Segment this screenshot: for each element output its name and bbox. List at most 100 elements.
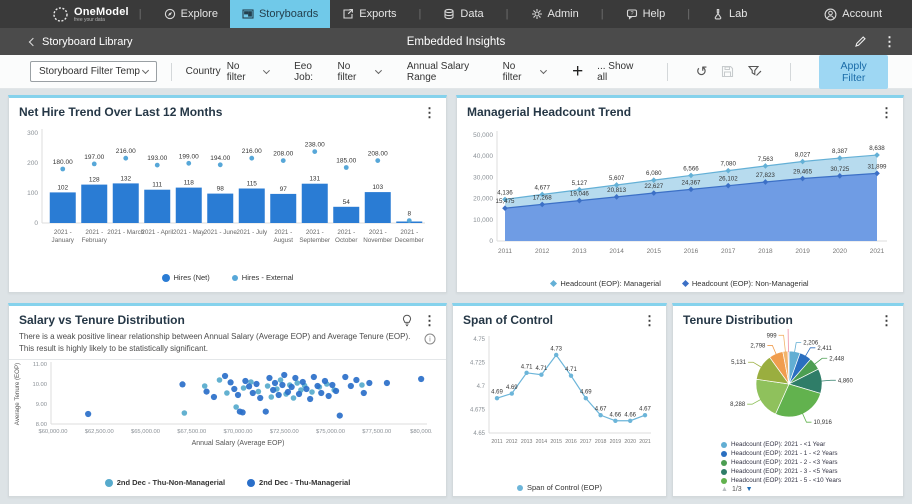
svg-text:December: December — [395, 237, 424, 244]
admin-gear-icon — [531, 8, 543, 20]
brand-logo[interactable]: OneModel free your data — [52, 6, 129, 23]
svg-text:2019: 2019 — [610, 439, 622, 445]
scatter-legend: 2nd Dec - Thu-Non-Managerial 2nd Dec - Th… — [9, 478, 446, 487]
svg-text:4.725: 4.725 — [470, 361, 486, 367]
svg-text:8.00: 8.00 — [36, 422, 47, 428]
template-select-value: Storyboard Filter Temp — [39, 66, 140, 77]
svg-text:300: 300 — [27, 130, 38, 137]
legend-item[interactable]: Headcount (EOP): 2021 - 2 - <3 Years — [721, 458, 903, 467]
svg-text:8,387: 8,387 — [832, 148, 848, 155]
nav-item-help[interactable]: ? Help — [614, 0, 678, 28]
svg-text:4.75: 4.75 — [473, 337, 485, 343]
filter-label: Eeo Job: — [294, 61, 331, 83]
svg-text:$62,500.00: $62,500.00 — [85, 429, 114, 435]
svg-text:19,046: 19,046 — [570, 191, 589, 198]
svg-text:2021 -: 2021 - — [274, 229, 292, 236]
top-nav: OneModel free your data | Explore Storyb… — [0, 0, 912, 28]
svg-text:2,448: 2,448 — [829, 356, 845, 362]
chart-title: Salary vs Tenure Distribution — [19, 313, 185, 327]
save-filter-button[interactable] — [721, 65, 734, 78]
svg-text:4.69: 4.69 — [580, 390, 592, 396]
edit-button[interactable] — [854, 35, 867, 48]
svg-text:4,677: 4,677 — [534, 184, 550, 191]
filter-value: No filter — [337, 61, 370, 83]
chart-kebab-menu[interactable]: ⋮ — [880, 314, 893, 327]
chart-kebab-menu[interactable]: ⋮ — [643, 314, 656, 327]
chart-kebab-menu[interactable]: ⋮ — [423, 314, 436, 327]
nav-item-exports[interactable]: Exports — [330, 0, 408, 28]
svg-text:November: November — [363, 237, 392, 244]
pager-up-icon[interactable]: ▲ — [721, 486, 728, 493]
svg-text:2021 -: 2021 - — [54, 229, 72, 236]
svg-text:4.67: 4.67 — [595, 407, 607, 413]
legend-item[interactable]: 2nd Dec - Thu-Non-Managerial — [105, 478, 225, 487]
svg-text:131: 131 — [309, 176, 320, 183]
legend-item[interactable]: Headcount (EOP): Managerial — [551, 279, 660, 288]
pager-down-icon[interactable]: ▼ — [746, 486, 753, 493]
legend-item[interactable]: 2nd Dec - Thu-Managerial — [247, 478, 350, 487]
legend-item[interactable]: Hires - External — [232, 273, 294, 282]
header-kebab-menu[interactable]: ⋮ — [883, 35, 896, 48]
filter-country[interactable]: Country No filter — [186, 61, 268, 83]
svg-text:97: 97 — [280, 186, 288, 193]
svg-text:2021 - July: 2021 - July — [236, 229, 268, 236]
svg-text:4.7: 4.7 — [477, 384, 486, 390]
svg-text:98: 98 — [217, 186, 225, 193]
insight-bulb-button[interactable] — [401, 314, 413, 327]
undo-button[interactable]: ↺ — [696, 63, 708, 80]
svg-text:4.65: 4.65 — [473, 431, 485, 437]
legend-item[interactable]: Hires (Net) — [162, 273, 210, 282]
insight-line-2: This result is highly likely to be stati… — [19, 343, 436, 355]
filter-bar: Storyboard Filter Temp Country No filter… — [0, 55, 912, 89]
show-all-link[interactable]: ... Show all — [597, 61, 639, 83]
info-icon[interactable]: i — [424, 333, 436, 349]
card-net-hire-trend: Net Hire Trend Over Last 12 Months ⋮ 010… — [8, 95, 447, 293]
apply-filter-button[interactable]: Apply Filter — [819, 55, 888, 89]
add-filter-button[interactable]: + — [572, 62, 583, 81]
nav-item-label: Exports — [359, 8, 396, 20]
nav-item-data[interactable]: Data — [431, 0, 495, 28]
chart-kebab-menu[interactable]: ⋮ — [423, 106, 436, 119]
svg-text:i: i — [429, 335, 431, 344]
chart-kebab-menu[interactable]: ⋮ — [880, 106, 893, 119]
nav-item-admin[interactable]: Admin — [519, 0, 591, 28]
span-line[interactable] — [497, 355, 645, 421]
storyboard-filter-template-select[interactable]: Storyboard Filter Temp — [30, 61, 157, 82]
legend-item[interactable]: Headcount (EOP): 2021 - 5 - <10 Years — [721, 476, 903, 485]
svg-text:4.66: 4.66 — [610, 412, 622, 418]
insight-text: There is a weak positive linear relation… — [9, 329, 446, 360]
nav-item-explore[interactable]: Explore — [152, 0, 230, 28]
tenure-legend: Headcount (EOP): 2021 - <1 YearHeadcount… — [673, 440, 903, 485]
legend-item[interactable]: Headcount (EOP): Non-Managerial — [683, 279, 809, 288]
filter-eeo-job[interactable]: Eeo Job: No filter — [294, 61, 381, 83]
svg-text:0: 0 — [34, 220, 38, 227]
net-hire-chart: 0100200300102128132111118981159713154103… — [9, 121, 446, 272]
chevron-down-icon — [540, 67, 547, 74]
svg-text:$75,000.00: $75,000.00 — [316, 429, 345, 435]
svg-text:4.675: 4.675 — [470, 408, 486, 414]
filter-annual-salary-range[interactable]: Annual Salary Range No filter — [407, 61, 546, 83]
svg-text:4.69: 4.69 — [506, 385, 518, 391]
lightbulb-icon — [401, 314, 413, 327]
data-icon — [443, 8, 455, 20]
edit-filter-button[interactable] — [748, 65, 762, 78]
svg-text:2016: 2016 — [684, 248, 699, 255]
svg-text:5,607: 5,607 — [609, 175, 625, 182]
svg-text:199.00: 199.00 — [179, 153, 199, 160]
scatter-series-managerial[interactable] — [85, 372, 424, 419]
legend-item[interactable]: Headcount (EOP): 2021 - 3 - <5 Years — [721, 467, 903, 476]
svg-text:208.00: 208.00 — [368, 151, 388, 158]
managerial-headcount-chart: 010,00020,00030,00040,00050,0004,13615,4… — [457, 121, 903, 278]
account-menu[interactable]: Account — [812, 0, 894, 28]
nav-item-lab[interactable]: Lab — [700, 0, 759, 28]
legend-item[interactable]: Headcount (EOP): 2021 - 1 - <2 Years — [721, 449, 903, 458]
nav-item-storyboards[interactable]: Storyboards — [230, 0, 330, 28]
legend-item[interactable]: Span of Control (EOP) — [517, 483, 602, 492]
legend-item[interactable]: Headcount (EOP): 2021 - <1 Year — [721, 440, 903, 449]
nav-separator: | — [506, 8, 509, 20]
svg-text:February: February — [82, 237, 108, 244]
svg-text:4.71: 4.71 — [521, 364, 533, 370]
svg-text:216.00: 216.00 — [242, 148, 262, 155]
bar-series[interactable]: 102128132111118981159713154103 — [50, 175, 423, 223]
legend-pager: ▲ 1/3 ▼ — [673, 486, 903, 493]
